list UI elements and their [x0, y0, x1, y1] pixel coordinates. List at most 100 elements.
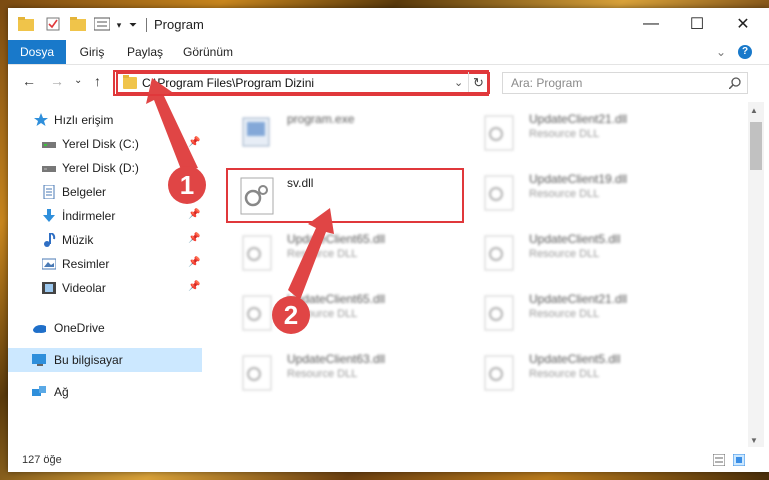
file-name: UpdateClient5.dll	[529, 352, 621, 366]
ribbon-tabs: Dosya Giriş Paylaş Görünüm ⌄ ?	[8, 40, 769, 65]
music-icon	[44, 233, 56, 247]
file-name: UpdateClient5.dll	[529, 232, 621, 246]
dll-icon	[484, 175, 514, 211]
title-separator	[146, 18, 147, 32]
customize-toolbar-icon[interactable]: ⏷	[126, 9, 140, 41]
sidebar-item-this-pc[interactable]: Bu bilgisayar	[8, 348, 202, 372]
up-button[interactable]: ↑	[94, 73, 101, 89]
star-icon	[34, 113, 48, 126]
video-icon	[42, 282, 56, 294]
tab-gorunum[interactable]: Görünüm	[172, 40, 244, 64]
properties-icon[interactable]	[46, 17, 60, 31]
dll-icon	[242, 355, 272, 391]
file-type: Resource DLL	[529, 188, 600, 200]
file-name: UpdateClient63.dll	[287, 352, 386, 366]
navigation-pane: Hızlı erişim Yerel Disk (C:) 📌 Yerel Dis…	[8, 102, 208, 447]
file-type: Resource DLL	[529, 368, 600, 380]
file-type: Resource DLL	[287, 368, 358, 380]
computer-icon	[32, 354, 46, 366]
file-list: program.exe UpdateClient21.dll Resource …	[213, 102, 743, 447]
file-name: program.exe	[287, 112, 355, 126]
file-item[interactable]: UpdateClient19.dll Resource DLL	[481, 166, 711, 222]
sidebar-item-label: Bu bilgisayar	[54, 353, 123, 367]
search-placeholder[interactable]: Ara: Program	[511, 76, 582, 90]
highlight-box-file	[226, 168, 464, 223]
network-icon	[32, 386, 46, 396]
sidebar-item-label: Yerel Disk (D:)	[62, 161, 139, 175]
item-count: 127 öğe	[22, 454, 62, 466]
recent-locations-button[interactable]: ⌄	[74, 75, 82, 86]
pin-icon[interactable]: 📌	[188, 137, 200, 148]
file-type: Resource DLL	[529, 308, 600, 320]
tab-dosya[interactable]: Dosya	[8, 40, 66, 64]
vertical-scrollbar[interactable]: ▲ ▼	[748, 102, 764, 447]
sidebar-item-label: OneDrive	[54, 321, 105, 335]
tab-giris[interactable]: Giriş	[66, 40, 118, 64]
status-bar: 127 öğe	[8, 448, 769, 472]
cloud-icon	[33, 325, 46, 333]
sidebar-item-label: Yerel Disk (C:)	[62, 137, 139, 151]
back-button[interactable]: ←	[22, 73, 36, 89]
file-type: Resource DLL	[287, 248, 358, 260]
file-item[interactable]: UpdateClient63.dll Resource DLL	[239, 346, 469, 402]
sidebar-item-pictures[interactable]: Resimler 📌	[8, 252, 202, 276]
sidebar-item-label: Resimler	[62, 257, 110, 271]
file-item[interactable]: program.exe	[239, 106, 469, 162]
scrollbar-thumb[interactable]	[750, 122, 762, 170]
document-icon	[43, 185, 55, 199]
step-marker-2: 2	[272, 296, 310, 334]
pin-icon[interactable]: 📌	[188, 281, 200, 292]
sidebar-item-label: Müzik	[62, 233, 94, 247]
view-options-icon[interactable]	[94, 17, 110, 31]
folder-icon	[18, 17, 34, 31]
sidebar-item-network[interactable]: Ağ	[8, 380, 202, 404]
file-item[interactable]: UpdateClient5.dll Resource DLL	[481, 346, 711, 402]
dll-icon	[242, 295, 272, 331]
drive-icon	[42, 142, 56, 148]
file-name: UpdateClient21.dll	[529, 292, 628, 306]
pin-icon[interactable]: 📌	[188, 233, 200, 244]
file-type: Resource DLL	[529, 248, 600, 260]
sidebar-item-label: Videolar	[62, 281, 106, 295]
file-item[interactable]: UpdateClient5.dll Resource DLL	[481, 226, 711, 282]
file-item[interactable]: UpdateClient21.dll Resource DLL	[481, 106, 711, 162]
sidebar-item-label: Belgeler	[62, 185, 107, 199]
search-box[interactable]: Ara: Program	[502, 72, 748, 94]
sidebar-item-onedrive[interactable]: OneDrive	[8, 316, 202, 340]
large-icons-view-icon[interactable]	[733, 454, 745, 466]
sidebar-item-music[interactable]: Müzik 📌	[8, 228, 202, 252]
file-name: UpdateClient19.dll	[529, 172, 628, 186]
search-icon[interactable]	[729, 77, 741, 89]
new-folder-icon[interactable]	[70, 17, 86, 31]
maximize-button[interactable]: ☐	[674, 8, 720, 40]
sidebar-item-quick-access[interactable]: Hızlı erişim	[8, 108, 202, 132]
close-button[interactable]: ✕	[720, 8, 766, 40]
dll-icon	[484, 355, 514, 391]
exe-icon	[242, 117, 270, 147]
sidebar-item-label: Hızlı erişim	[54, 113, 114, 127]
pin-icon[interactable]: 📌	[188, 257, 200, 268]
dll-icon	[484, 115, 514, 151]
details-view-icon[interactable]	[713, 454, 725, 466]
file-type: Resource DLL	[529, 128, 600, 140]
step-marker-1: 1	[168, 166, 206, 204]
file-item[interactable]: UpdateClient21.dll Resource DLL	[481, 286, 711, 342]
help-icon[interactable]: ?	[738, 45, 752, 59]
sidebar-item-downloads[interactable]: İndirmeler 📌	[8, 204, 202, 228]
minimize-button[interactable]: —	[628, 8, 674, 40]
scroll-down-icon[interactable]: ▼	[750, 436, 758, 445]
tab-paylas[interactable]: Paylaş	[118, 40, 172, 64]
dll-icon	[484, 295, 514, 331]
dll-icon	[484, 235, 514, 271]
sidebar-item-local-disk-c[interactable]: Yerel Disk (C:) 📌	[8, 132, 202, 156]
forward-button[interactable]: →	[50, 73, 64, 89]
file-item[interactable]: UpdateClient65.dll Resource DLL	[239, 226, 469, 282]
drive-icon	[42, 166, 56, 172]
window-title: Program	[154, 17, 204, 32]
quick-access-dropdown-icon[interactable]: ▾	[112, 9, 126, 41]
ribbon-expand-icon[interactable]: ⌄	[714, 40, 728, 64]
sidebar-item-label: Ağ	[54, 385, 69, 399]
pin-icon[interactable]: 📌	[188, 209, 200, 220]
sidebar-item-videos[interactable]: Videolar 📌	[8, 276, 202, 300]
scroll-up-icon[interactable]: ▲	[750, 106, 758, 115]
